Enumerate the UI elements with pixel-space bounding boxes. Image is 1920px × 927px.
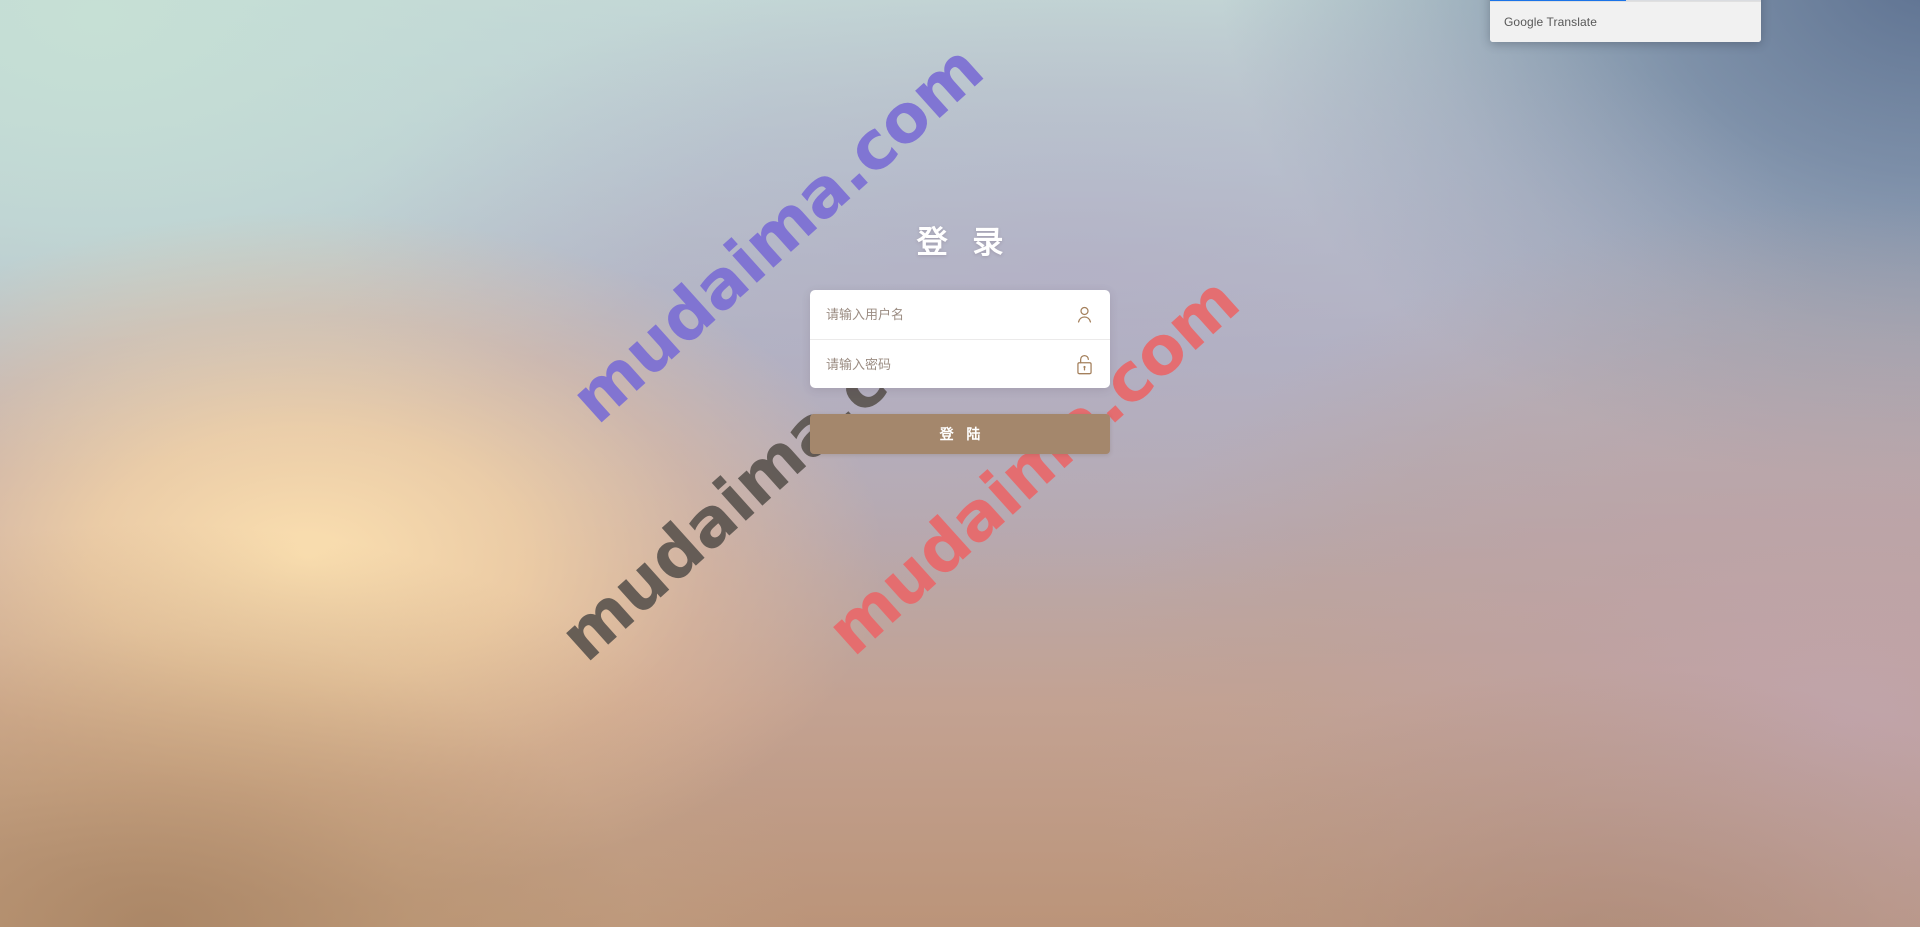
unlocked-padlock-icon <box>1072 352 1096 376</box>
background-brown-glow <box>0 0 1920 927</box>
username-field-row[interactable] <box>810 290 1110 339</box>
login-container: 登 录 请输入用户名 登 陆 <box>810 217 1110 454</box>
translate-tab-active[interactable] <box>1490 0 1626 1</box>
background-mint-glow <box>0 0 1920 927</box>
translate-footer: Google Translate <box>1490 1 1761 42</box>
password-input[interactable] <box>826 340 1066 388</box>
login-card <box>810 290 1110 388</box>
user-icon <box>1072 303 1096 327</box>
username-input[interactable] <box>826 290 1066 339</box>
background-lilac-haze <box>0 0 1920 927</box>
translate-tab-active-underline <box>1490 0 1626 1</box>
background-base-gradient <box>0 0 1920 927</box>
password-field-row[interactable] <box>810 339 1110 388</box>
translate-tab-inactive[interactable] <box>1625 0 1761 1</box>
translate-tab-inactive-underline <box>1625 0 1761 1</box>
background-mauve-glow <box>0 0 1920 927</box>
background-tan-glow <box>0 0 1920 927</box>
background-peach-glow <box>0 0 1920 927</box>
google-translate-brand-label: Google Translate <box>1504 15 1597 29</box>
translate-tab-bar <box>1490 0 1761 1</box>
background-slate-glow <box>0 0 1920 927</box>
page-root: mudaima.com mudaima.com mudaima.com 登 录 <box>0 0 1920 927</box>
page-title: 登 录 <box>916 225 1011 261</box>
login-submit-button[interactable]: 登 陆 <box>810 414 1110 454</box>
google-translate-popup: Google Translate <box>1490 0 1761 42</box>
